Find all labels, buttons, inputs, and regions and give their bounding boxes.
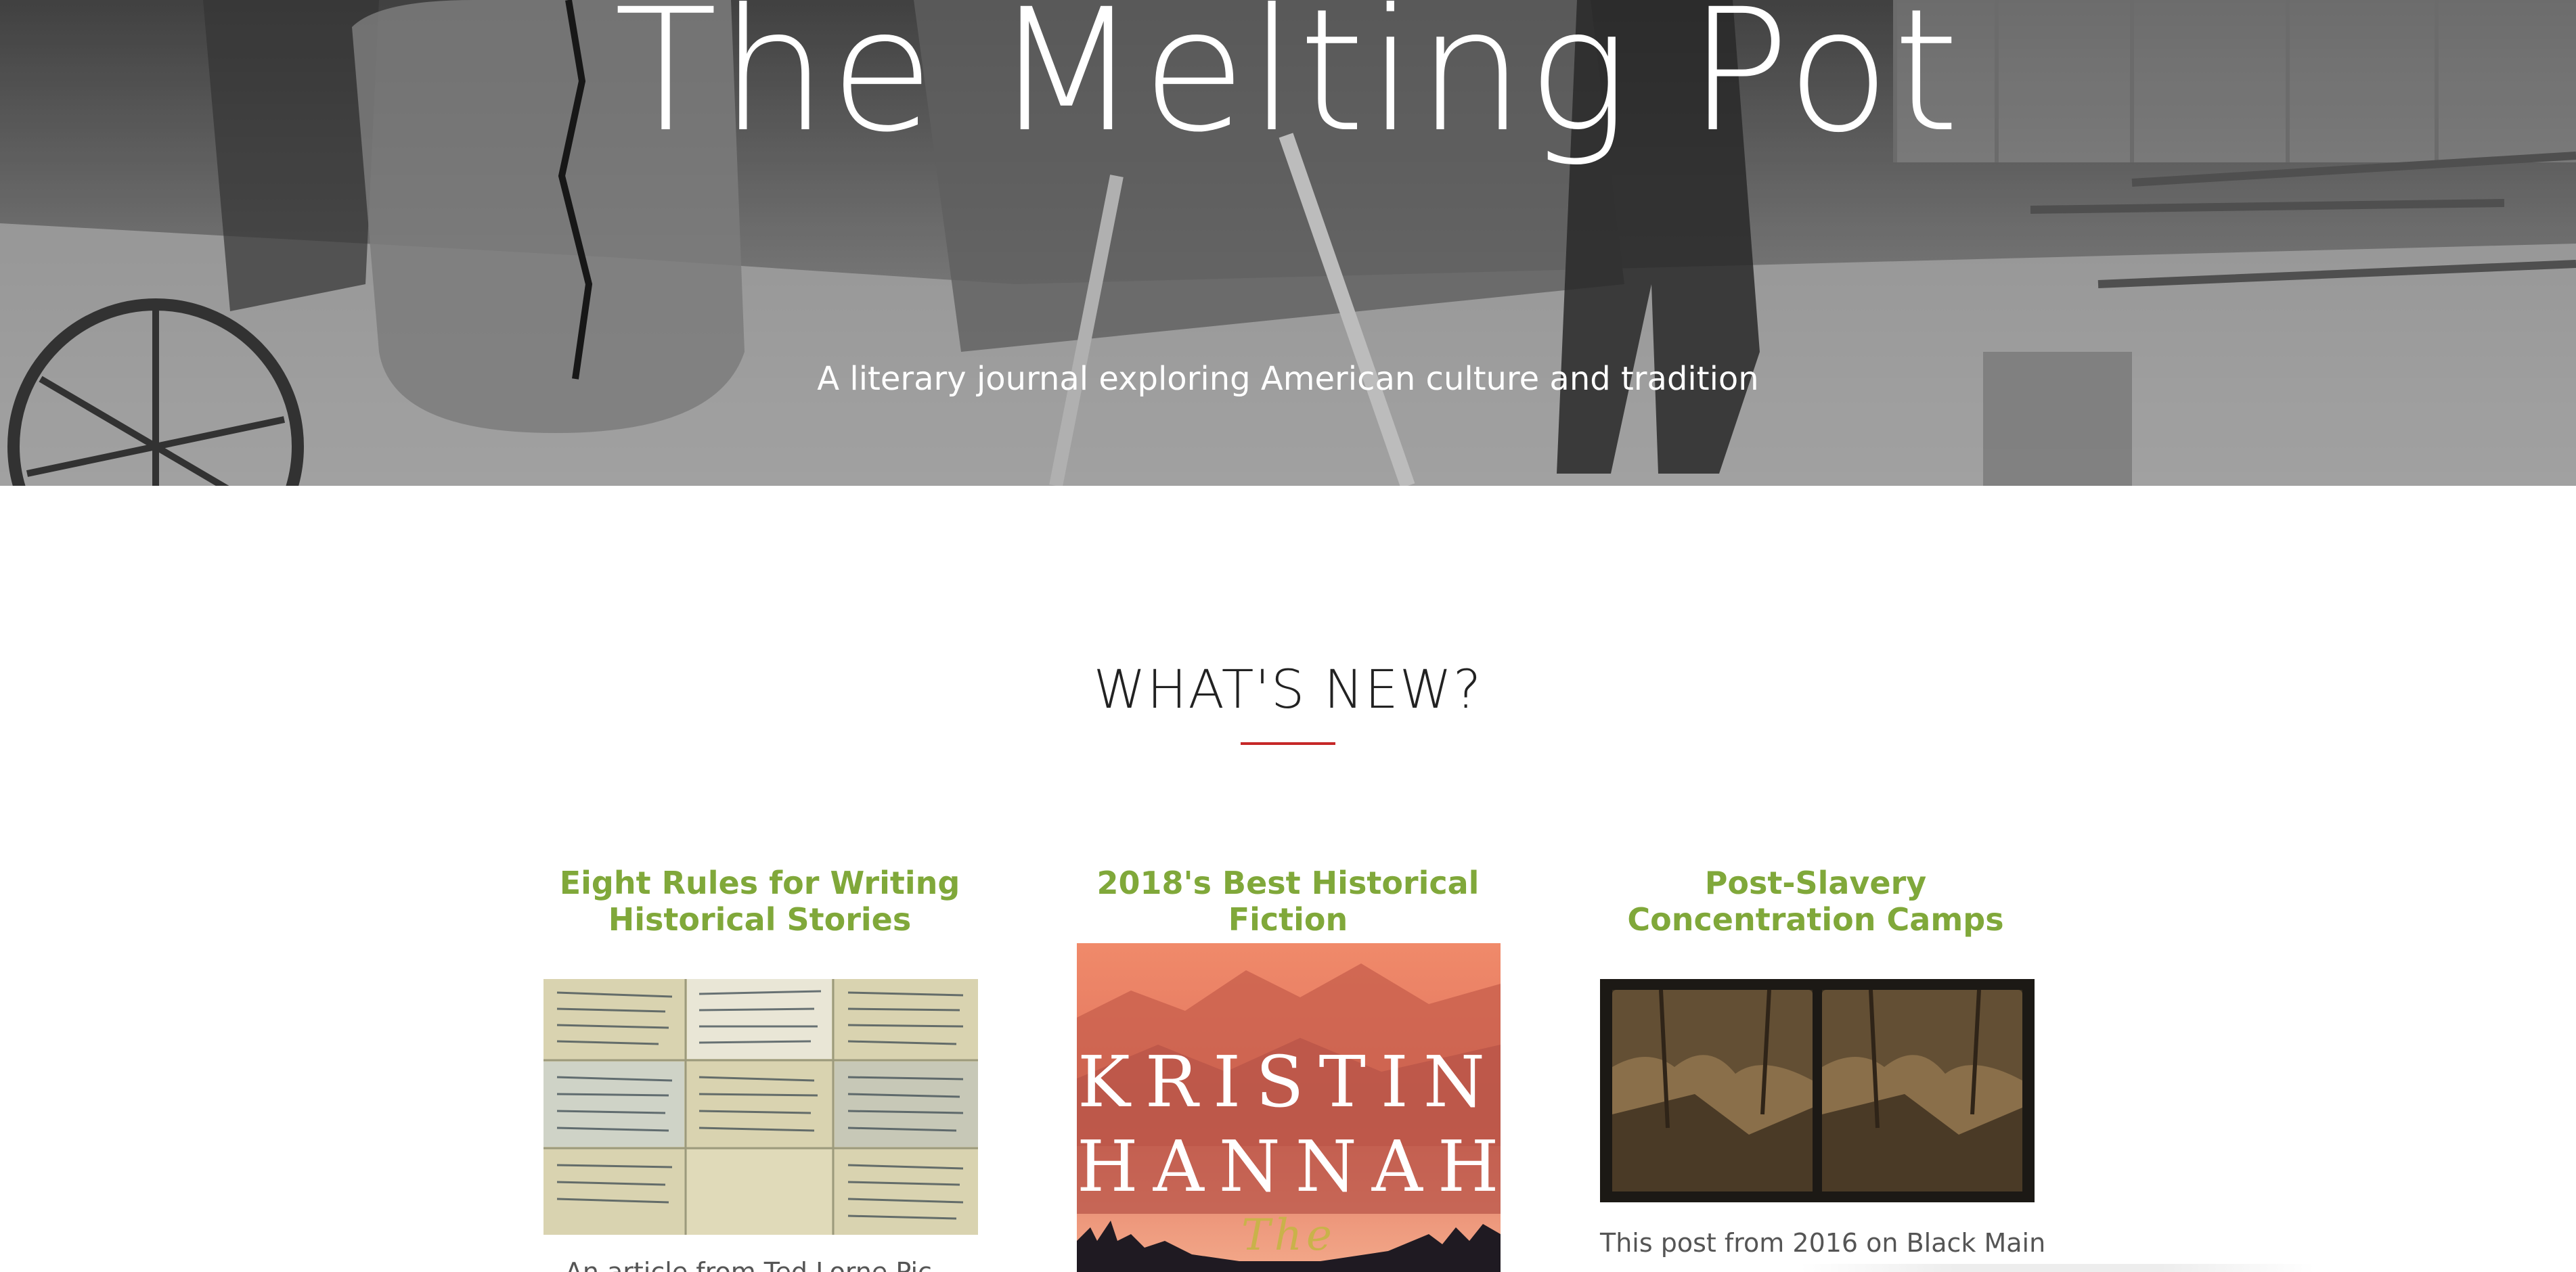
post-title-link[interactable]: Eight Rules for Writing Historical Stori…: [514, 865, 1005, 938]
book-title-fragment: The: [1241, 1210, 1336, 1260]
post-excerpt: An article from Ted Lorne Pic...: [564, 1257, 957, 1272]
hero-banner: The Melting Pot A literary journal explo…: [0, 0, 2576, 486]
post-thumbnail-letters[interactable]: [543, 979, 978, 1235]
post-title-link[interactable]: 2018's Best Historical Fiction: [1056, 865, 1520, 938]
handwritten-letters-image: [543, 979, 978, 1235]
section-underline-divider: [1241, 742, 1335, 745]
bottom-fade-overlay: [1800, 1264, 2315, 1272]
post-thumbnail-book-cover[interactable]: KRISTIN HANNAH The: [1077, 943, 1501, 1272]
post-thumbnail-stereograph[interactable]: [1600, 979, 2035, 1202]
book-author-lastname: HANNAH: [1077, 1125, 1501, 1208]
stereograph-photo-image: [1600, 979, 2035, 1202]
book-author-firstname: KRISTIN: [1078, 1041, 1500, 1123]
site-tagline: A literary journal exploring American cu…: [817, 360, 1759, 398]
site-title[interactable]: The Melting Pot: [0, 0, 2576, 169]
section-heading: WHAT'S NEW?: [1093, 660, 1483, 721]
post-excerpt: This post from 2016 on Black Main: [1600, 1228, 2046, 1258]
post-title-link[interactable]: Post-Slavery Concentration Camps: [1577, 865, 2054, 938]
